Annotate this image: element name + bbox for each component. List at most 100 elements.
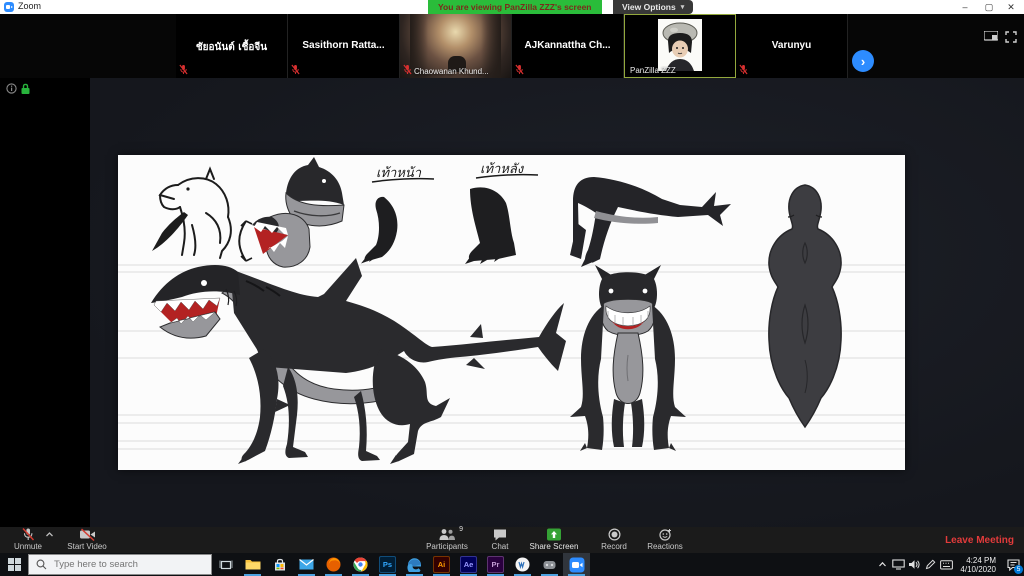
zoom-app-icon bbox=[569, 557, 585, 573]
minimize-button[interactable]: – bbox=[954, 0, 976, 14]
panzilla-avatar bbox=[658, 19, 702, 71]
start-video-button[interactable]: Start Video bbox=[58, 528, 116, 552]
zoom-window-titlebar: Zoom You are viewing PanZilla ZZZ's scre… bbox=[0, 0, 1024, 14]
participant-tile-video[interactable]: Chaowanan Khund... bbox=[400, 14, 512, 78]
encryption-lock-icon[interactable] bbox=[20, 83, 31, 95]
microsoft-store-icon bbox=[273, 558, 287, 572]
view-options-button[interactable]: View Options ▾ bbox=[613, 0, 693, 14]
chat-icon bbox=[493, 528, 507, 541]
share-screen-icon bbox=[546, 528, 562, 541]
taskbar-app-photoshop[interactable]: Ps bbox=[374, 553, 401, 576]
record-label: Record bbox=[601, 542, 627, 551]
pose-sketch bbox=[152, 169, 231, 258]
reactions-button[interactable]: Reactions bbox=[640, 528, 690, 552]
leave-meeting-button[interactable]: Leave Meeting bbox=[945, 527, 1014, 553]
taskbar-app-zoom[interactable] bbox=[563, 553, 590, 576]
search-icon bbox=[36, 559, 47, 570]
task-view-button[interactable] bbox=[212, 553, 239, 576]
tray-keyboard-language[interactable] bbox=[938, 553, 954, 576]
premiere-icon: Pr bbox=[487, 556, 504, 573]
tray-display[interactable] bbox=[890, 553, 906, 576]
tray-chevron-up[interactable] bbox=[874, 553, 890, 576]
monitor-icon bbox=[892, 559, 905, 570]
participant-tile[interactable]: Sasithorn Ratta... bbox=[288, 14, 400, 78]
illustrator-icon: Ai bbox=[433, 556, 450, 573]
mic-muted-icon bbox=[515, 64, 524, 75]
participant-name: Sasithorn Ratta... bbox=[288, 40, 399, 51]
front-foot-study bbox=[361, 197, 397, 264]
edge-icon bbox=[407, 557, 422, 572]
mic-muted-icon bbox=[179, 64, 188, 75]
back-foot-study bbox=[465, 187, 516, 264]
chevron-down-icon: ▾ bbox=[681, 3, 685, 11]
participant-tile[interactable]: AJKannattha Ch... bbox=[512, 14, 624, 78]
system-tray: 4:24 PM 4/10/2020 5 bbox=[874, 553, 1024, 576]
taskbar-app-file-explorer[interactable] bbox=[239, 553, 266, 576]
chrome-icon bbox=[353, 557, 368, 572]
mic-options-chevron[interactable] bbox=[42, 528, 56, 552]
tray-volume[interactable] bbox=[906, 553, 922, 576]
participant-tile-active-speaker[interactable]: PanZilla ZZZ bbox=[624, 14, 736, 78]
keyboard-icon bbox=[940, 560, 953, 570]
participants-label: Participants bbox=[426, 542, 468, 551]
taskbar-app-gray[interactable] bbox=[536, 553, 563, 576]
view-options-label: View Options bbox=[622, 2, 676, 12]
fullscreen-icon[interactable] bbox=[1005, 31, 1017, 43]
participant-name: AJKannattha Ch... bbox=[512, 40, 623, 51]
participant-tile[interactable]: Varunyu bbox=[736, 14, 848, 78]
taskbar-search-box[interactable] bbox=[28, 554, 212, 575]
annotation-labels: เท้าหน้า เท้าหลัง bbox=[372, 162, 538, 182]
viewing-screen-banner: You are viewing PanZilla ZZZ's screen bbox=[428, 0, 602, 14]
white-circle-app-icon bbox=[515, 557, 530, 572]
next-participants-button[interactable]: › bbox=[852, 50, 874, 72]
search-input[interactable] bbox=[52, 558, 206, 571]
head-study-open bbox=[239, 213, 310, 267]
participants-count: 9 bbox=[459, 526, 463, 533]
speaker-view-icon[interactable] bbox=[984, 31, 998, 42]
reactions-label: Reactions bbox=[647, 542, 683, 551]
info-icon[interactable] bbox=[6, 83, 17, 94]
taskbar-clock[interactable]: 4:24 PM 4/10/2020 bbox=[954, 556, 1002, 574]
mic-muted-icon bbox=[739, 64, 748, 75]
record-button[interactable]: Record bbox=[592, 528, 636, 552]
taskbar-app-illustrator[interactable]: Ai bbox=[428, 553, 455, 576]
close-button[interactable]: ✕ bbox=[1000, 0, 1022, 14]
next-arrow-glyph: › bbox=[861, 54, 865, 69]
clock-time: 4:24 PM bbox=[960, 556, 996, 565]
start-video-label: Start Video bbox=[67, 542, 106, 551]
firefox-icon bbox=[326, 557, 341, 572]
notification-count-badge: 5 bbox=[1014, 565, 1023, 574]
mic-muted-icon bbox=[291, 64, 300, 75]
maximize-button[interactable]: ▢ bbox=[978, 0, 1000, 14]
taskbar-app-store[interactable] bbox=[266, 553, 293, 576]
taskbar-app-chrome[interactable] bbox=[347, 553, 374, 576]
participants-button[interactable]: 9 Participants bbox=[420, 528, 474, 552]
taskbar-app-edge[interactable] bbox=[401, 553, 428, 576]
participant-name: PanZilla ZZZ bbox=[630, 66, 676, 75]
video-off-icon bbox=[79, 528, 96, 541]
share-left-black-column bbox=[0, 78, 90, 527]
taskbar-app-white-circle[interactable] bbox=[509, 553, 536, 576]
chat-button[interactable]: Chat bbox=[482, 528, 518, 552]
start-button[interactable] bbox=[0, 553, 28, 576]
leave-meeting-label: Leave Meeting bbox=[945, 535, 1014, 546]
top-view-silhouette bbox=[769, 185, 841, 427]
participant-tile[interactable]: ชัยอนันต์ เชื้อจีน bbox=[176, 14, 288, 78]
crouch-pose-silhouette bbox=[570, 177, 731, 267]
mail-icon bbox=[299, 559, 314, 570]
action-center-button[interactable]: 5 bbox=[1002, 553, 1024, 576]
mic-muted-icon bbox=[403, 64, 412, 75]
gray-app-icon bbox=[542, 558, 557, 572]
taskbar-app-mail[interactable] bbox=[293, 553, 320, 576]
windows-logo-icon bbox=[8, 558, 21, 571]
record-icon bbox=[608, 528, 621, 541]
tray-pen[interactable] bbox=[922, 553, 938, 576]
character-sheet-artwork: เท้าหน้า เท้าหลัง bbox=[118, 155, 905, 470]
character-sheet-canvas: เท้าหน้า เท้าหลัง bbox=[118, 155, 905, 470]
taskbar-app-after-effects[interactable]: Ae bbox=[455, 553, 482, 576]
taskbar-app-firefox[interactable] bbox=[320, 553, 347, 576]
taskbar-app-premiere[interactable]: Pr bbox=[482, 553, 509, 576]
share-screen-button[interactable]: Share Screen bbox=[522, 528, 586, 552]
unmute-label: Unmute bbox=[14, 542, 42, 551]
speaker-icon bbox=[908, 559, 920, 570]
